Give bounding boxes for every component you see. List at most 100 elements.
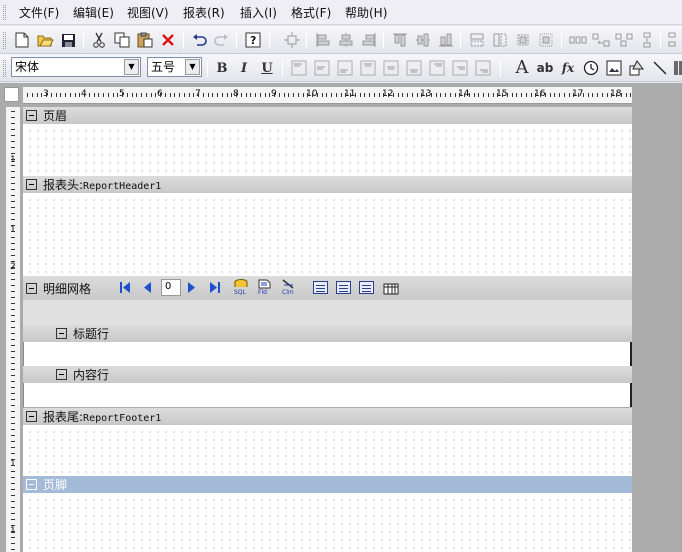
band-body-report-footer[interactable] xyxy=(23,425,632,476)
vertical-ruler[interactable]: 1 1 2 1 1 xyxy=(6,107,20,552)
font-name-select[interactable]: 宋体 ▼ xyxy=(11,57,141,77)
collapse-icon[interactable] xyxy=(56,369,67,380)
collapse-icon[interactable] xyxy=(26,282,37,294)
collapse-icon[interactable] xyxy=(26,479,37,490)
same-height-icon[interactable] xyxy=(490,30,510,50)
new-file-icon[interactable] xyxy=(12,30,32,50)
align-center-icon[interactable] xyxy=(336,30,356,50)
ruler-tick xyxy=(11,483,15,484)
underline-button[interactable]: U xyxy=(257,58,277,78)
menu-grip[interactable] xyxy=(3,5,6,20)
font-size-select[interactable]: 五号 ▼ xyxy=(147,57,202,77)
menu-format[interactable]: 格式(F) xyxy=(291,4,331,21)
menu-report[interactable]: 报表(R) xyxy=(183,4,225,21)
first-page-icon[interactable] xyxy=(119,280,131,295)
collapse-icon[interactable] xyxy=(26,411,37,422)
sql-query-icon[interactable]: SQL xyxy=(233,279,249,295)
band-report-footer[interactable]: 报表尾:ReportFooter1 xyxy=(23,408,632,425)
text-align-bottom-left-icon[interactable] xyxy=(335,58,355,78)
band-body-page-header[interactable] xyxy=(23,124,632,176)
toolbar-separator xyxy=(236,32,237,49)
band-body-content-row[interactable] xyxy=(23,383,632,407)
bold-button[interactable]: B xyxy=(212,58,232,78)
band-detail-grid[interactable]: 明细网格 0 SQL Fld Clm xyxy=(23,276,632,300)
text-align-top-center-icon[interactable] xyxy=(358,58,378,78)
help-icon[interactable]: ? xyxy=(243,30,263,50)
collapse-icon[interactable] xyxy=(26,179,37,190)
horizontal-ruler[interactable]: 3 4 5 6 7 8 9 10 11 12 13 14 15 16 17 18 xyxy=(23,87,632,104)
insert-formula-button[interactable]: fx xyxy=(558,58,578,78)
band-content-row[interactable]: 内容行 xyxy=(23,366,632,383)
remove-spacing-icon[interactable] xyxy=(664,30,682,50)
redo-icon[interactable] xyxy=(211,30,231,50)
align-left-icon[interactable] xyxy=(313,30,333,50)
align-top-icon[interactable] xyxy=(390,30,410,50)
menu-insert[interactable]: 插入(I) xyxy=(240,4,277,21)
paste-icon[interactable] xyxy=(135,30,155,50)
horizontal-spacing-icon[interactable] xyxy=(568,30,588,50)
same-width-icon[interactable] xyxy=(467,30,487,50)
clock-icon[interactable] xyxy=(581,58,601,78)
field-list-icon[interactable]: Fld xyxy=(257,279,273,295)
toolbar-grip[interactable] xyxy=(3,60,6,77)
insert-text-button[interactable]: A xyxy=(512,58,532,78)
last-page-icon[interactable] xyxy=(209,280,221,295)
column-list-icon[interactable]: Clm xyxy=(281,279,297,295)
menu-edit[interactable]: 编辑(E) xyxy=(73,4,114,21)
text-align-bottom-center-icon[interactable] xyxy=(404,58,424,78)
text-align-top-right-icon[interactable] xyxy=(427,58,447,78)
page-number-input[interactable]: 0 xyxy=(161,279,181,296)
decrease-spacing-icon[interactable] xyxy=(614,30,634,50)
menu-file[interactable]: 文件(F) xyxy=(19,4,59,21)
size-to-grid-icon[interactable] xyxy=(282,30,302,50)
align-right-icon[interactable] xyxy=(359,30,379,50)
text-align-top-left-icon[interactable] xyxy=(289,58,309,78)
text-align-middle-right-icon[interactable] xyxy=(450,58,470,78)
next-page-icon[interactable] xyxy=(187,280,196,295)
align-bottom-icon[interactable] xyxy=(436,30,456,50)
menu-view[interactable]: 视图(V) xyxy=(127,4,169,21)
band-title: 内容行 xyxy=(73,368,110,382)
insert-picture-icon[interactable] xyxy=(604,58,624,78)
save-icon[interactable] xyxy=(58,30,78,50)
prev-page-icon[interactable] xyxy=(143,280,152,295)
grid-layout-2-icon[interactable] xyxy=(336,281,351,294)
band-body-title-row[interactable] xyxy=(23,342,632,366)
chevron-down-icon[interactable]: ▼ xyxy=(185,59,200,75)
band-body-report-header[interactable] xyxy=(23,193,632,276)
grid-snap-icon[interactable] xyxy=(536,30,556,50)
undo-icon[interactable] xyxy=(189,30,209,50)
increase-spacing-icon[interactable] xyxy=(591,30,611,50)
text-align-middle-left-icon[interactable] xyxy=(312,58,332,78)
open-folder-icon[interactable] xyxy=(35,30,55,50)
text-align-bottom-right-icon[interactable] xyxy=(473,58,493,78)
insert-barcode-icon[interactable] xyxy=(670,58,682,78)
band-report-header[interactable]: 报表头:ReportHeader1 xyxy=(23,176,632,193)
grid-columns-icon[interactable] xyxy=(383,281,399,296)
chevron-down-icon[interactable]: ▼ xyxy=(124,59,139,75)
delete-icon[interactable] xyxy=(158,30,178,50)
italic-button[interactable]: I xyxy=(234,58,254,78)
insert-line-icon[interactable] xyxy=(650,58,670,78)
ruler-corner[interactable] xyxy=(4,87,19,102)
align-middle-icon[interactable] xyxy=(413,30,433,50)
copy-icon[interactable] xyxy=(112,30,132,50)
toolbar-grip[interactable] xyxy=(3,32,6,49)
detail-grid-area[interactable] xyxy=(23,300,632,325)
collapse-icon[interactable] xyxy=(56,328,67,339)
insert-shape-icon[interactable] xyxy=(627,58,647,78)
cut-icon[interactable] xyxy=(89,30,109,50)
grid-layout-3-icon[interactable] xyxy=(359,281,374,294)
band-body-page-footer[interactable] xyxy=(23,493,632,552)
band-page-footer[interactable]: 页脚 xyxy=(23,476,632,493)
grid-layout-1-icon[interactable] xyxy=(313,281,328,294)
menu-help[interactable]: 帮助(H) xyxy=(345,4,387,21)
text-align-middle-center-icon[interactable] xyxy=(381,58,401,78)
band-page-header[interactable]: 页眉 xyxy=(23,107,632,124)
vertical-spacing-icon[interactable] xyxy=(637,30,657,50)
same-size-icon[interactable] xyxy=(513,30,533,50)
insert-edit-box-button[interactable]: ab xyxy=(535,58,555,78)
collapse-icon[interactable] xyxy=(26,110,37,121)
ruler-tick xyxy=(11,297,15,298)
band-title-row[interactable]: 标题行 xyxy=(23,325,632,342)
